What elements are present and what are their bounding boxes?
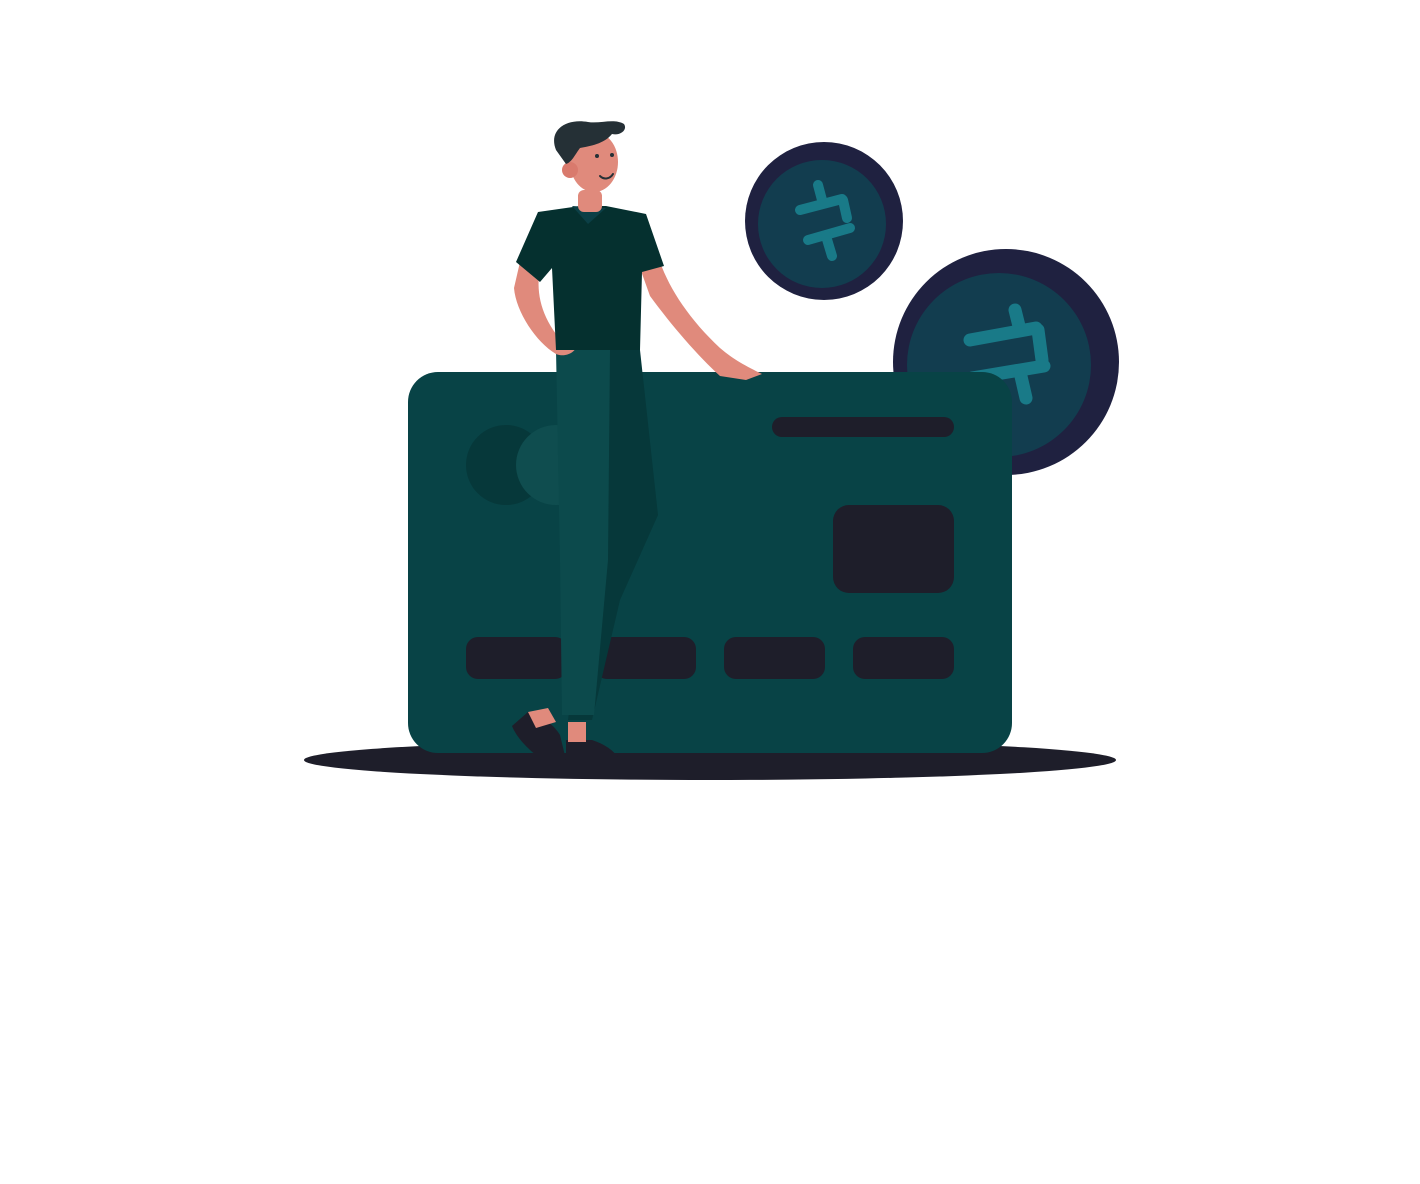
card-number-block bbox=[595, 637, 696, 679]
onboarding-screen: The Only Wallet You Truly Need Connect y… bbox=[0, 0, 1420, 1184]
coin-small bbox=[745, 142, 903, 300]
onboarding-headline: The Only Wallet You Truly Need bbox=[349, 900, 1071, 1026]
card-number-block bbox=[466, 637, 567, 679]
card-top-stripe bbox=[772, 417, 954, 437]
right-arm bbox=[640, 262, 762, 380]
onboarding-description: Connect your bank card and create donati… bbox=[331, 1087, 1089, 1175]
card-number-block bbox=[724, 637, 825, 679]
ear bbox=[562, 162, 578, 178]
card-chip bbox=[833, 505, 954, 593]
card-number-block bbox=[853, 637, 954, 679]
onboarding-illustration bbox=[304, 121, 1119, 780]
credit-card bbox=[408, 372, 1012, 753]
